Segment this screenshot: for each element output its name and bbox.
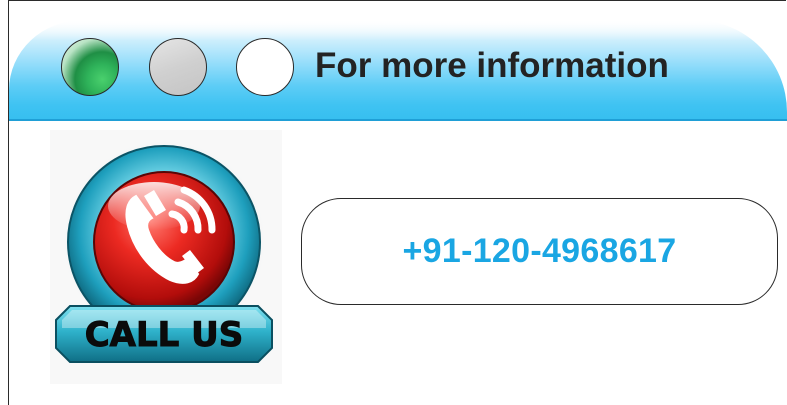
- window-button-white[interactable]: [236, 38, 294, 96]
- call-us-badge[interactable]: CALL US: [50, 130, 282, 384]
- page-title: For more information: [315, 46, 669, 85]
- window-button-green[interactable]: [61, 38, 119, 96]
- title-bar-gloss: [9, 20, 787, 40]
- call-us-label: CALL US: [85, 315, 244, 355]
- phone-number[interactable]: +91-120-4968617: [302, 199, 777, 304]
- phone-number-box[interactable]: +91-120-4968617: [301, 198, 778, 305]
- page: For more information CALL US +91-120-496…: [0, 0, 787, 405]
- window-button-gray[interactable]: [149, 38, 207, 96]
